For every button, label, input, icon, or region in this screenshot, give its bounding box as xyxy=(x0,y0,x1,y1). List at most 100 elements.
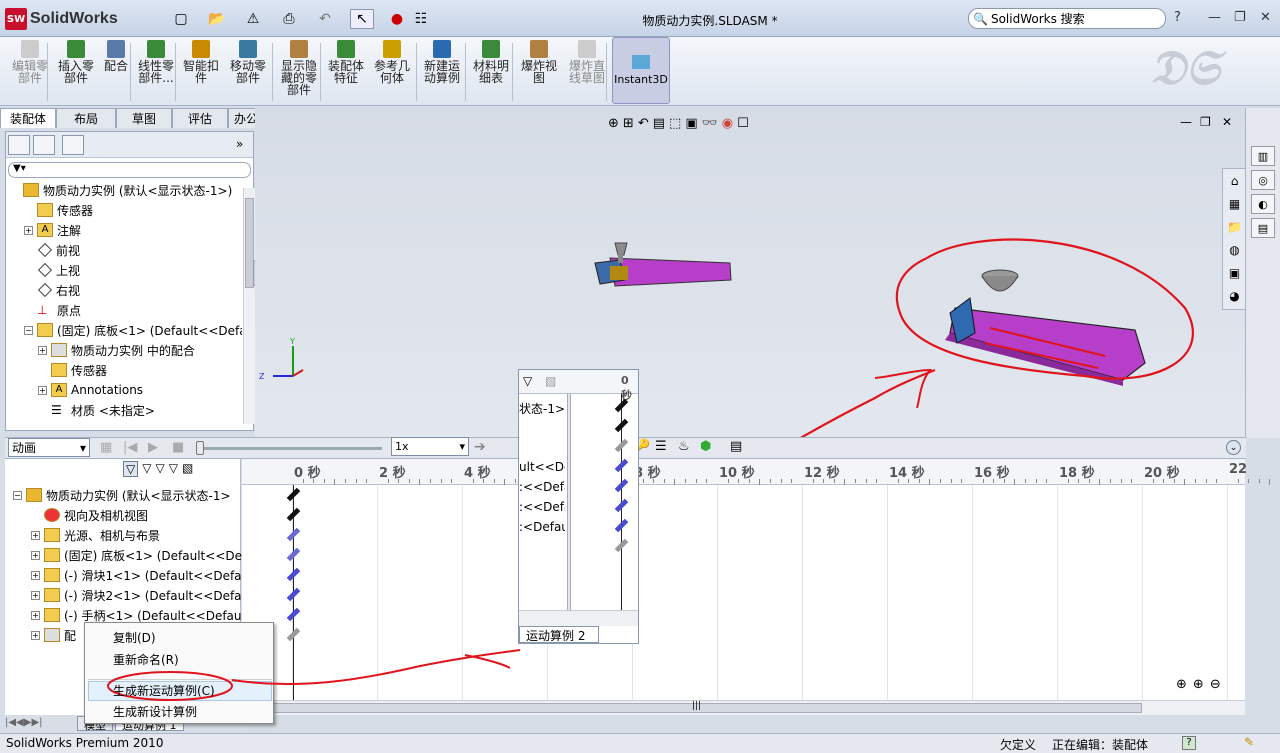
keyframe-icon[interactable] xyxy=(614,518,629,533)
ribbon-button-reference-geometry[interactable]: 参考几 何体 xyxy=(371,40,413,104)
restore-icon[interactable]: ❐ xyxy=(1234,10,1246,25)
feature-tree-tab-icon[interactable] xyxy=(8,135,30,155)
keyframe-icon[interactable] xyxy=(286,567,301,582)
view-tool-2-icon[interactable]: ◎ xyxy=(1251,170,1275,190)
expand-toggle-icon[interactable]: + xyxy=(31,590,40,600)
graphics-viewport[interactable]: Y Z xyxy=(255,108,1245,438)
filter-clear-icon[interactable]: ▧ xyxy=(182,461,193,477)
select-cursor-icon[interactable]: ↖ xyxy=(350,9,374,29)
ribbon-button-show-hidden-components[interactable]: 显示隐 藏的零 部件 xyxy=(276,40,322,104)
expand-toggle-icon[interactable]: + xyxy=(31,530,40,540)
feature-tree-item[interactable]: + 物质动力实例 中的配合 xyxy=(38,340,195,360)
motion-tree-item[interactable]: + (-) 滑块2<1> (Default<<Defa xyxy=(31,585,242,605)
edit-appearance-icon[interactable]: ◉ xyxy=(722,116,733,131)
zoom-to-fit-icon[interactable]: ⊕ xyxy=(608,116,619,131)
filter-animated-icon[interactable]: ▽ xyxy=(123,461,139,477)
menu-item-rename[interactable]: 重新命名(R) xyxy=(113,649,179,669)
feature-tree-item[interactable]: 物质动力实例 (默认<显示状态-1>) xyxy=(10,180,232,200)
menu-item-create-motion-study[interactable]: 生成新运动算例(C) xyxy=(113,680,215,700)
ribbon-button-mate[interactable]: 配合 xyxy=(100,40,132,104)
expand-toggle-icon[interactable]: − xyxy=(13,490,22,500)
new-document-icon[interactable]: ▢ xyxy=(170,9,192,29)
playback-mode-icon[interactable]: ➔ xyxy=(474,439,486,455)
tab-scroll-arrows-icon[interactable]: |◀◀▶▶| xyxy=(5,717,43,728)
help-icon[interactable]: ? xyxy=(1174,10,1181,25)
collapse-motion-manager-icon[interactable]: ⌄ xyxy=(1226,440,1241,455)
feature-tree-scrollbar[interactable] xyxy=(243,188,255,424)
keyframe-icon[interactable] xyxy=(614,478,629,493)
expand-toggle-icon[interactable]: + xyxy=(38,345,47,355)
search-pane-icon[interactable]: ◍ xyxy=(1224,240,1245,260)
quick-tips-icon[interactable]: ? xyxy=(1182,736,1196,750)
expand-toggle-icon[interactable]: + xyxy=(24,225,33,235)
hide-show-items-icon[interactable]: 👓 xyxy=(702,116,718,131)
study-type-select[interactable]: 动画 ▾ xyxy=(8,438,90,457)
property-manager-tab-icon[interactable] xyxy=(33,135,55,155)
feature-tree-item[interactable]: 上视 xyxy=(24,260,80,280)
search-input[interactable]: SolidWorks 搜索 xyxy=(991,10,1085,27)
design-library-icon[interactable]: ▦ xyxy=(1224,194,1245,214)
appearances-icon[interactable]: ◕ xyxy=(1224,286,1245,306)
viewport-close-icon[interactable]: ✕ xyxy=(1222,115,1232,129)
view-palette-icon[interactable]: ▣ xyxy=(1224,263,1245,283)
keyframe-icon[interactable] xyxy=(286,607,301,622)
feature-tree-item[interactable]: 传感器 xyxy=(38,360,107,380)
ribbon-button-new-motion-study[interactable]: 新建运 动算例 xyxy=(420,40,464,104)
keyframe-icon[interactable] xyxy=(614,438,629,453)
feature-tree-item[interactable]: ⊥ 原点 xyxy=(24,300,81,320)
filter-results-icon[interactable]: ▽ xyxy=(169,461,178,477)
print-icon[interactable]: ⎙ xyxy=(278,9,300,29)
close-icon[interactable]: ✕ xyxy=(1260,10,1271,25)
motion-tree-item[interactable]: 视向及相机视图 xyxy=(31,505,148,525)
configuration-manager-tab-icon[interactable] xyxy=(62,135,84,155)
rewind-icon[interactable]: |◀ xyxy=(123,440,137,455)
expand-toggle-icon[interactable]: + xyxy=(31,570,40,580)
motion-tree-item[interactable]: + 配 xyxy=(31,625,76,645)
search-box[interactable]: 🔍 SolidWorks 搜索 xyxy=(968,8,1166,29)
keyframe-icon[interactable] xyxy=(614,538,629,553)
ribbon-button-explode-line-sketch[interactable]: 爆炸直 线草图 xyxy=(565,40,609,104)
command-tab-3[interactable]: 评估 xyxy=(172,108,228,128)
keyframe-icon[interactable] xyxy=(286,487,301,502)
motion-tree-item[interactable]: + (-) 滑块1<1> (Default<<Defa xyxy=(31,565,242,585)
feature-tree-item[interactable]: ☰ 材质 <未指定> xyxy=(38,400,155,420)
filter-clear-icon[interactable]: ▧ xyxy=(545,374,556,388)
expand-toggle-icon[interactable]: − xyxy=(24,325,33,335)
feature-tree-item[interactable]: 前视 xyxy=(24,240,80,260)
ribbon-button-insert-components[interactable]: 插入零 部件 xyxy=(55,40,97,104)
play-icon[interactable]: ▶ xyxy=(148,440,158,455)
keyframe-icon[interactable] xyxy=(614,498,629,513)
viewport-minimize-icon[interactable]: — xyxy=(1180,115,1192,129)
keyframe-icon[interactable] xyxy=(614,398,629,413)
playback-slider[interactable] xyxy=(196,441,382,455)
command-tab-0[interactable]: 装配体 xyxy=(0,108,56,128)
keyframe-icon[interactable] xyxy=(286,507,301,522)
floating-window-scrollbar[interactable] xyxy=(519,610,638,626)
undo-icon[interactable]: ↶ xyxy=(314,9,336,29)
filter-animated-icon[interactable]: ▽ xyxy=(523,374,532,388)
view-tool-4-icon[interactable]: ▤ xyxy=(1251,218,1275,238)
zoom-to-fit-timeline-icon[interactable]: ⊕ xyxy=(1176,677,1187,692)
feature-tree-item[interactable]: 右视 xyxy=(24,280,80,300)
command-tab-2[interactable]: 草图 xyxy=(116,108,172,128)
expand-toggle-icon[interactable]: + xyxy=(38,385,47,395)
motor-list-icon[interactable]: ☰ xyxy=(655,439,667,454)
zoom-to-area-icon[interactable]: ⊞ xyxy=(623,116,634,131)
motion-timeline[interactable]: 0 秒2 秒4 秒6 秒8 秒10 秒12 秒14 秒16 秒18 秒20 秒2… xyxy=(242,459,1271,700)
motion-tree-item[interactable]: + (固定) 底板<1> (Default<<De xyxy=(31,545,242,565)
playback-speed-select[interactable]: 1x ▾ xyxy=(391,437,469,456)
spring-icon[interactable]: ♨ xyxy=(678,439,690,454)
menu-item-create-design-study[interactable]: 生成新设计算例 xyxy=(113,701,197,721)
display-style-icon[interactable]: ▣ xyxy=(685,116,697,131)
motion-tree-item[interactable]: + 光源、相机与布景 xyxy=(31,525,160,545)
floating-study-window[interactable]: ▽ ▧ 0 秒 状态-1> ult<<De:<<Defa:<<Defa:<Defa… xyxy=(518,369,639,644)
zoom-in-timeline-icon[interactable]: ⊕ xyxy=(1193,677,1204,692)
expand-toggle-icon[interactable]: + xyxy=(31,550,40,560)
previous-view-icon[interactable]: ↶ xyxy=(638,116,649,131)
keyframe-icon[interactable] xyxy=(286,627,301,642)
instant3d-button[interactable]: Instant3D xyxy=(612,37,670,104)
filter-selected-icon[interactable]: ▽ xyxy=(155,461,164,477)
ribbon-button-exploded-view[interactable]: 爆炸视 图 xyxy=(518,40,560,104)
minimize-icon[interactable]: — xyxy=(1208,10,1221,25)
solidworks-logo[interactable]: SW SolidWorks xyxy=(5,6,129,32)
